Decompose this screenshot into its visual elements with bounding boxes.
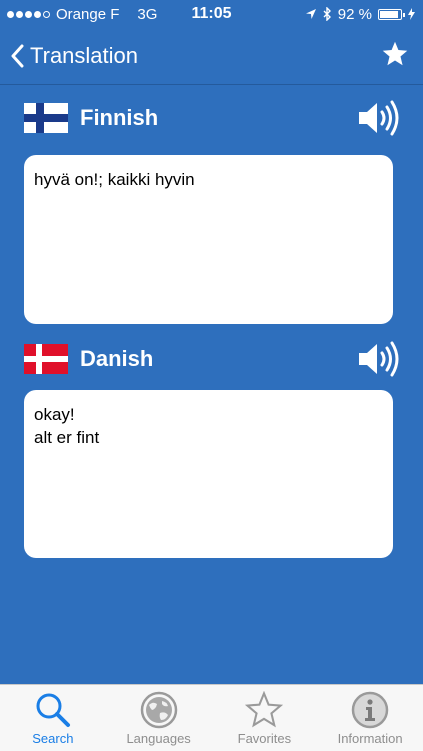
source-text-box[interactable]: hyvä on!; kaikki hyvin — [24, 155, 393, 324]
speaker-icon — [359, 100, 399, 136]
bluetooth-icon — [323, 7, 331, 21]
charging-icon — [408, 8, 415, 20]
back-button[interactable]: Translation — [10, 43, 138, 69]
info-icon — [351, 691, 389, 729]
source-language-name: Finnish — [80, 105, 159, 130]
source-text-line: hyvä on!; kaikki hyvin — [34, 170, 195, 189]
target-text-line: alt er fint — [34, 427, 100, 447]
target-text-box[interactable]: okay! alt er fint — [24, 390, 393, 558]
target-text-line: okay! — [34, 405, 75, 424]
finland-flag-icon — [24, 103, 68, 133]
navigation-bar: Translation — [0, 28, 423, 85]
tab-label: Search — [32, 731, 74, 746]
battery-icon — [378, 8, 405, 20]
battery-percent: 92 % — [337, 5, 372, 23]
tab-bar: Search Languages Favorites Information — [0, 684, 423, 751]
target-speak-button[interactable] — [357, 341, 399, 382]
search-icon — [36, 693, 70, 727]
star-icon — [245, 691, 284, 728]
speaker-icon — [359, 341, 399, 377]
denmark-flag-icon — [24, 344, 68, 374]
target-language-header: Danish — [24, 341, 399, 377]
tab-languages[interactable]: Languages — [106, 685, 212, 751]
source-speak-button[interactable] — [357, 100, 399, 141]
tab-favorites[interactable]: Favorites — [212, 685, 318, 751]
tab-information[interactable]: Information — [317, 685, 423, 751]
status-bar: Orange F 3G 11:05 92 % — [0, 0, 423, 28]
chevron-left-icon — [11, 44, 24, 68]
add-favorite-button[interactable] — [381, 40, 409, 73]
location-icon — [305, 9, 316, 19]
star-icon — [382, 41, 408, 66]
target-language-name: Danish — [80, 346, 154, 371]
tab-label: Languages — [126, 731, 191, 746]
tab-label: Favorites — [237, 731, 292, 746]
source-language-header: Finnish — [24, 100, 399, 136]
tab-search[interactable]: Search — [0, 685, 106, 751]
globe-icon — [140, 691, 177, 729]
nav-title: Translation — [30, 43, 139, 68]
tab-label: Information — [337, 731, 403, 746]
